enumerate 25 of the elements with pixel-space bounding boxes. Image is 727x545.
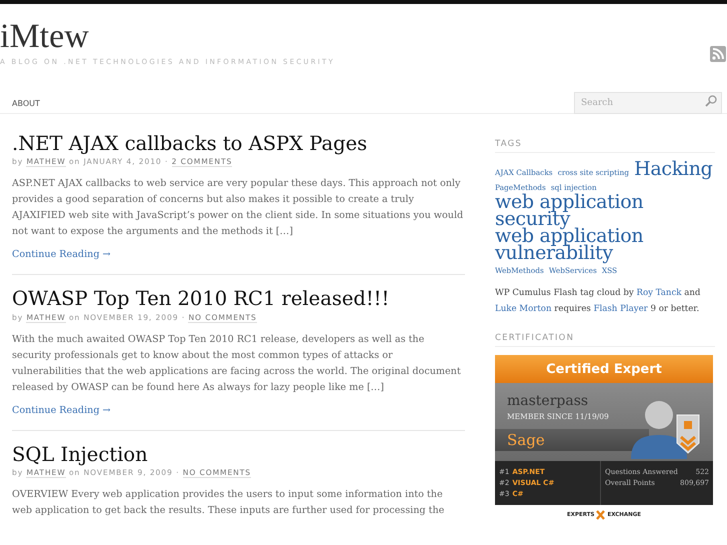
site-title[interactable]: iMtew <box>0 20 336 54</box>
post-title[interactable]: OWASP Top Ten 2010 RC1 released!!! <box>12 288 465 310</box>
credit-link[interactable]: Flash Player <box>594 304 648 314</box>
widget-heading: CERTIFICATION <box>495 333 715 348</box>
post-title[interactable]: SQL Injection <box>12 444 465 466</box>
rss-icon[interactable] <box>710 46 726 62</box>
post-excerpt: With the much awaited OWASP Top Ten 2010 RC1 release, developers as well as the security professionals get to know about the most common types of attacks or vulnerabilities that the web applications are facing across the world. The original document released by OWASP can be found here As always for lazy people like me […] <box>12 332 462 395</box>
credit-link[interactable]: Roy Tanck <box>636 288 682 298</box>
credit-link[interactable]: Luke Morton <box>495 304 552 314</box>
tag-link[interactable]: web application vulnerability <box>495 228 715 262</box>
post-title[interactable]: .NET AJAX callbacks to ASPX Pages <box>12 133 465 154</box>
badge-username: masterpass <box>507 393 590 410</box>
continue-reading-link[interactable]: Continue Reading → <box>12 404 111 416</box>
expert-level: Sage <box>495 429 649 452</box>
badge-title: Certified Expert <box>495 355 713 384</box>
widget-heading: TAGS <box>495 139 715 153</box>
nav-link[interactable]: ABOUT <box>12 99 40 108</box>
search-field[interactable]: Search <box>574 92 722 114</box>
continue-reading-link[interactable]: Continue Reading → <box>12 249 111 260</box>
brand-logo-icon <box>596 510 606 520</box>
tag-cloud-credit: WP Cumulus Flash tag cloud by Roy Tanck and Luke Morton requires Flash Player 9 or better. <box>495 287 702 316</box>
post-excerpt: OVERVIEW Every web application provides the users to input some information into the web application to get back the results. These inputs are further used for processing the <box>12 488 446 518</box>
search-icon[interactable] <box>705 94 717 106</box>
tag-link[interactable]: Hacking <box>634 161 713 178</box>
post-excerpt: ASP.NET AJAX callbacks to web service are very popular these days. This approach not only provides a good separation of concerns but also makes it possible to create a truly AJAXIFIED web site with JavaScript’s power on the client side. In some situations you would not want to expose the arguments and the methods it […] <box>12 177 464 240</box>
